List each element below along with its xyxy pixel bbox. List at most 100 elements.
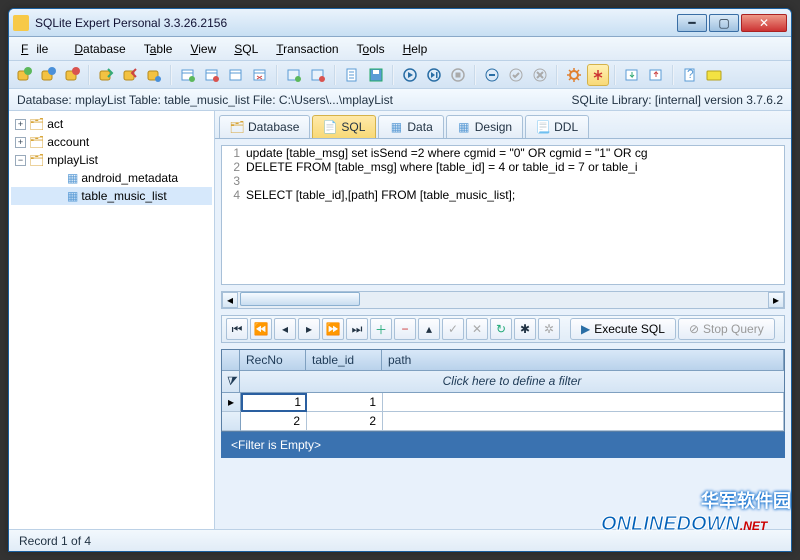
tab-data[interactable]: ▦Data [378, 115, 443, 138]
database-icon: 🗂 [29, 117, 44, 131]
menu-file[interactable]: File [13, 40, 64, 58]
tree-item-account[interactable]: + 🗂 account [11, 133, 212, 151]
filter-icon: ⧩ [222, 371, 240, 392]
menu-transaction[interactable]: Transaction [268, 40, 346, 58]
cell-recno[interactable]: 1 [241, 393, 307, 412]
tree-label: act [47, 117, 63, 131]
tb-sql-open[interactable] [341, 64, 363, 86]
nav-prev[interactable]: ◂ [274, 318, 296, 340]
tb-db-detach[interactable] [119, 64, 141, 86]
maximize-button[interactable]: ▢ [709, 14, 739, 32]
cell-table-id[interactable]: 1 [307, 393, 383, 412]
tb-commit-tx[interactable] [505, 64, 527, 86]
nav-cancel[interactable]: ✕ [466, 318, 488, 340]
row-indicator [222, 412, 241, 431]
collapse-icon[interactable]: − [15, 155, 26, 166]
execute-sql-button[interactable]: ▶ Execute SQL [570, 318, 676, 340]
tb-execute[interactable] [399, 64, 421, 86]
tb-db-close[interactable] [61, 64, 83, 86]
menu-database[interactable]: Database [66, 40, 133, 58]
tb-table-rename[interactable] [225, 64, 247, 86]
nav-prev-page[interactable]: ⏪ [250, 318, 272, 340]
col-table-id[interactable]: table_id [306, 350, 382, 370]
expand-icon[interactable]: + [15, 137, 26, 148]
nav-delete[interactable]: − [394, 318, 416, 340]
table-row[interactable]: 2 2 [222, 412, 784, 431]
tb-help[interactable]: ? [679, 64, 701, 86]
tb-table-delete[interactable] [201, 64, 223, 86]
tb-view-delete[interactable] [307, 64, 329, 86]
tb-rollback-tx[interactable] [529, 64, 551, 86]
tab-ddl[interactable]: 📃DDL [525, 115, 589, 138]
scroll-right[interactable]: ▸ [768, 292, 784, 308]
filter-hint[interactable]: Click here to define a filter [240, 371, 784, 392]
tb-table-empty[interactable] [249, 64, 271, 86]
nav-insert[interactable]: ＋ [370, 318, 392, 340]
stop-query-button[interactable]: ⊘ Stop Query [678, 318, 775, 340]
nav-first[interactable]: ⏮ [226, 318, 248, 340]
scroll-track[interactable] [238, 292, 768, 308]
menu-tools[interactable]: Tools [349, 40, 393, 58]
tb-stop[interactable] [447, 64, 469, 86]
menubar: File Database Table View SQL Transaction… [9, 37, 791, 61]
tree-item-android-metadata[interactable]: ▦ android_metadata [11, 169, 212, 187]
row-selector-header[interactable] [222, 350, 240, 370]
scroll-left[interactable]: ◂ [222, 292, 238, 308]
cell-path[interactable] [383, 412, 784, 431]
tb-table-new[interactable] [177, 64, 199, 86]
nav-goto-bookmark[interactable]: ✲ [538, 318, 560, 340]
titlebar[interactable]: SQLite Expert Personal 3.3.26.2156 ━ ▢ ✕ [9, 9, 791, 37]
stop-icon: ⊘ [689, 322, 699, 336]
tb-export[interactable] [645, 64, 667, 86]
close-button[interactable]: ✕ [741, 14, 787, 32]
nav-next-page[interactable]: ⏩ [322, 318, 344, 340]
tb-db-new[interactable] [13, 64, 35, 86]
nav-last[interactable]: ⏭ [346, 318, 368, 340]
result-grid[interactable]: RecNo table_id path ⧩ Click here to defi… [221, 349, 785, 432]
nav-post[interactable]: ✓ [442, 318, 464, 340]
menu-help[interactable]: Help [395, 40, 436, 58]
minimize-button[interactable]: ━ [677, 14, 707, 32]
tb-db-attach[interactable] [95, 64, 117, 86]
table-row[interactable]: ▸ 1 1 [222, 393, 784, 412]
tab-design[interactable]: ▦Design [446, 115, 523, 138]
tb-db-refresh[interactable] [143, 64, 165, 86]
tb-begin-tx[interactable] [481, 64, 503, 86]
cell-table-id[interactable]: 2 [307, 412, 383, 431]
col-recno[interactable]: RecNo [240, 350, 306, 370]
nav-next[interactable]: ▸ [298, 318, 320, 340]
cell-recno[interactable]: 2 [241, 412, 307, 431]
nav-bookmark[interactable]: ✱ [514, 318, 536, 340]
tree-item-act[interactable]: + 🗂 act [11, 115, 212, 133]
tb-debug[interactable] [587, 64, 609, 86]
sql-editor[interactable]: 1update [table_msg] set isSend =2 where … [221, 145, 785, 285]
tree-item-mplaylist[interactable]: − 🗂 mplayList [11, 151, 212, 169]
menu-table[interactable]: Table [136, 40, 181, 58]
tab-sql[interactable]: 📄SQL [312, 115, 376, 138]
tb-sql-save[interactable] [365, 64, 387, 86]
tab-database[interactable]: 🗂Database [219, 115, 310, 138]
tb-db-open[interactable] [37, 64, 59, 86]
tabbar: 🗂Database 📄SQL ▦Data ▦Design 📃DDL [215, 111, 791, 139]
tb-execute-step[interactable] [423, 64, 445, 86]
filter-status[interactable]: <Filter is Empty> [221, 432, 785, 458]
nav-edit[interactable]: ▴ [418, 318, 440, 340]
tree-item-table-music-list[interactable]: ▦ table_music_list [11, 187, 212, 205]
design-icon: ▦ [457, 120, 471, 134]
tb-view-new[interactable] [283, 64, 305, 86]
window-title: SQLite Expert Personal 3.3.26.2156 [35, 16, 227, 30]
tb-about[interactable] [703, 64, 725, 86]
tb-options[interactable] [563, 64, 585, 86]
cell-path[interactable] [383, 393, 784, 412]
tb-import[interactable] [621, 64, 643, 86]
database-tree[interactable]: + 🗂 act + 🗂 account − 🗂 mplayList ▦ andr… [9, 111, 215, 529]
scroll-thumb[interactable] [240, 292, 360, 306]
filter-row[interactable]: ⧩ Click here to define a filter [222, 371, 784, 393]
menu-sql[interactable]: SQL [226, 40, 266, 58]
editor-hscroll[interactable]: ◂ ▸ [221, 291, 785, 309]
menu-view[interactable]: View [182, 40, 224, 58]
col-path[interactable]: path [382, 350, 784, 370]
expand-icon[interactable]: + [15, 119, 26, 130]
info-left: Database: mplayList Table: table_music_l… [17, 93, 393, 107]
nav-refresh[interactable]: ↻ [490, 318, 512, 340]
